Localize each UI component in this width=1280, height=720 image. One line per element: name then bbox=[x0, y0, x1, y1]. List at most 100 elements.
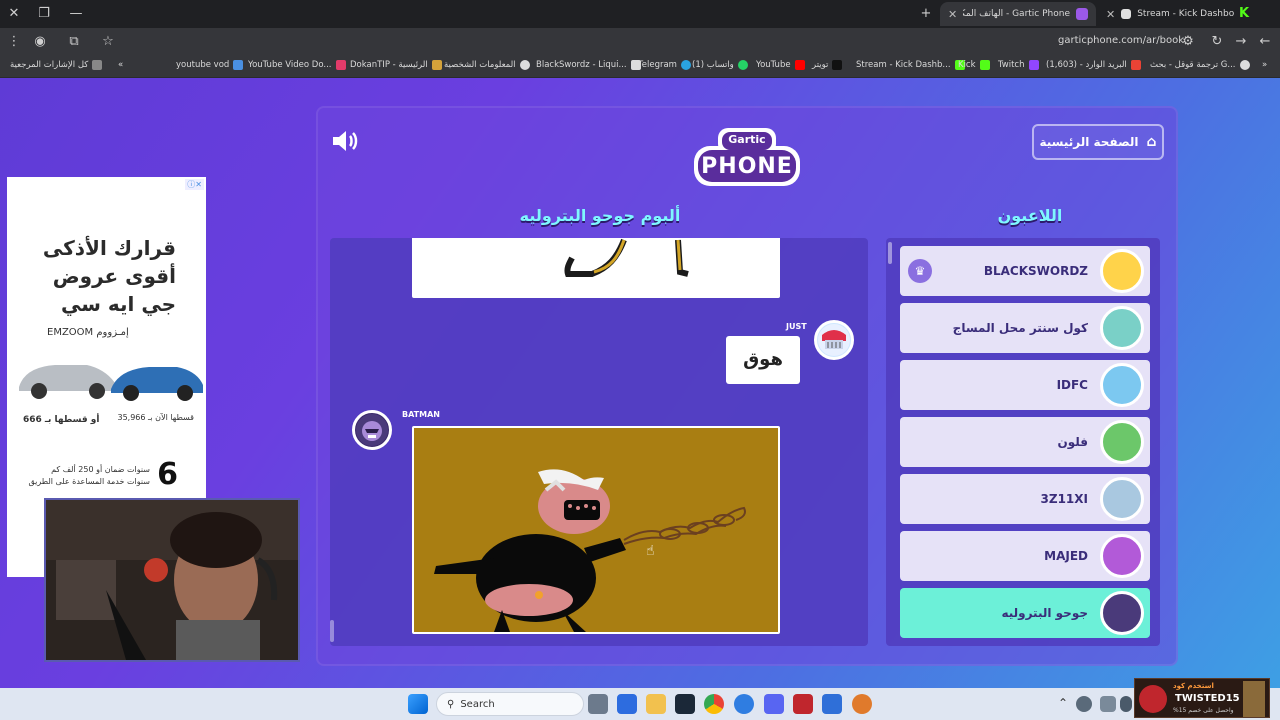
app-icon[interactable] bbox=[822, 694, 842, 714]
bookmark-kick-dashboard[interactable]: Stream - Kick Dashb... bbox=[856, 60, 965, 70]
chevron-left-icon[interactable]: « bbox=[118, 60, 123, 70]
search-icon: ⚲ bbox=[447, 698, 455, 710]
tray-icon[interactable] bbox=[1076, 696, 1092, 712]
bookmark-personal-info[interactable]: المعلومات الشخصية bbox=[444, 60, 530, 70]
app-icon[interactable] bbox=[852, 694, 872, 714]
promo-code: TWISTED15 bbox=[1175, 693, 1240, 704]
search-label: Search bbox=[460, 698, 495, 710]
gartic-phone-logo: Gartic PHONE bbox=[688, 124, 806, 196]
forward-icon[interactable]: → bbox=[1231, 32, 1251, 52]
just-avatar bbox=[814, 320, 854, 360]
player-row[interactable]: MAJED bbox=[900, 531, 1150, 581]
bookmark-youtube-downloader[interactable]: YouTube Video Do... bbox=[248, 60, 346, 70]
store-icon[interactable] bbox=[617, 694, 637, 714]
ad-headline-1: قرارك الأذكى bbox=[42, 236, 176, 260]
bookmark-youtube[interactable]: YouTube bbox=[756, 60, 805, 70]
profile-avatar-icon[interactable]: ◉ bbox=[30, 32, 50, 52]
player-avatar bbox=[1100, 249, 1144, 293]
globe-icon bbox=[519, 60, 530, 70]
bookmark-google-translate[interactable]: ترجمة قوقل - بحث G... bbox=[1150, 60, 1250, 70]
tray-chevron-icon[interactable]: ⌃ bbox=[1058, 696, 1068, 710]
ad-warranty-1: سنوات ضمان أو 250 ألف كم bbox=[51, 465, 150, 474]
promo-logo bbox=[1139, 685, 1167, 713]
drawing-canvas bbox=[412, 426, 780, 634]
player-avatar bbox=[1100, 420, 1144, 464]
players-list[interactable]: ♛ BLACKSWORDZ كول سنتر محل المساج IDFC ف… bbox=[886, 238, 1160, 646]
album-feed[interactable]: JUST هوق BATMAN ☝ bbox=[330, 238, 868, 646]
player-row[interactable]: ♛ BLACKSWORDZ bbox=[900, 246, 1150, 296]
taskbar-search[interactable]: ⚲ Search bbox=[436, 692, 584, 716]
back-icon[interactable]: ← bbox=[1255, 32, 1275, 52]
site-settings-icon[interactable]: ⚙ bbox=[1178, 32, 1198, 52]
bookmark-blackswordz[interactable]: BlackSwordz - Liqui... bbox=[536, 60, 641, 70]
promo-line-1: استخدم كود bbox=[1173, 682, 1214, 690]
player-avatar bbox=[1100, 477, 1144, 521]
address-bar: ⋮ ◉ ⧉ ☆ garticphone.com/ar/book ⚙ ↻ → ← bbox=[0, 28, 1280, 56]
edge-icon[interactable] bbox=[734, 694, 754, 714]
tab-kick-dashboard[interactable]: ✕ Stream - Kick Dashboard bbox=[1098, 2, 1234, 26]
gmail-icon bbox=[1130, 60, 1141, 70]
minimize-window-icon[interactable]: — bbox=[66, 4, 86, 24]
bookmark-dokantip[interactable]: DokanTIP - الرئيسية bbox=[350, 60, 442, 70]
x-icon bbox=[832, 60, 843, 70]
discord-icon[interactable] bbox=[764, 694, 784, 714]
tab-gartic-phone[interactable]: ✕ Gartic Phone - الهاتف المكسور bbox=[940, 2, 1096, 26]
bookmark-twitter[interactable]: تويتر bbox=[812, 60, 843, 70]
player-name: كول سنتر محل المساج bbox=[952, 321, 1088, 335]
microphone-icon[interactable] bbox=[1120, 696, 1132, 712]
player-row[interactable]: IDFC bbox=[900, 360, 1150, 410]
close-window-icon[interactable]: ✕ bbox=[4, 4, 24, 24]
windows-taskbar: ⚲ Search ⌃ bbox=[0, 688, 1280, 720]
sound-icon[interactable] bbox=[330, 126, 360, 156]
ad-info-icon[interactable]: ⓘ✕ bbox=[185, 179, 204, 190]
bookmark-whatsapp[interactable]: واتساب (1) bbox=[692, 60, 748, 70]
close-tab-icon[interactable]: ✕ bbox=[948, 8, 957, 21]
bookmark-youtube-vod[interactable]: youtube vod bbox=[176, 60, 244, 70]
promo-line-3: واحصل على خصم 15% bbox=[1173, 707, 1234, 714]
bookmark-star-icon[interactable]: ☆ bbox=[98, 32, 118, 52]
players-scrollbar[interactable] bbox=[888, 242, 892, 264]
home-button[interactable]: ⌂ الصفحة الرئيسية bbox=[1032, 124, 1164, 160]
google-icon bbox=[1239, 60, 1250, 70]
entry-author-batman: BATMAN bbox=[402, 410, 440, 419]
tab-label: Gartic Phone - الهاتف المكسور bbox=[963, 9, 1070, 19]
bookmark-twitch[interactable]: Twitch bbox=[998, 60, 1039, 70]
reload-icon[interactable]: ↻ bbox=[1207, 32, 1227, 52]
tray-icon[interactable] bbox=[1100, 696, 1116, 712]
close-tab-icon[interactable]: ✕ bbox=[1106, 8, 1115, 21]
file-explorer-icon[interactable] bbox=[646, 694, 666, 714]
url-text[interactable]: garticphone.com/ar/book bbox=[1058, 35, 1184, 46]
app-icon[interactable] bbox=[793, 694, 813, 714]
bookmark-telegram[interactable]: Telegram bbox=[638, 60, 691, 70]
restore-window-icon[interactable]: ❐ bbox=[34, 4, 54, 24]
album-scrollbar[interactable] bbox=[330, 620, 334, 642]
webcam-overlay bbox=[44, 498, 300, 662]
bookmark-inbox[interactable]: البريد الوارد - (1,603) bbox=[1046, 60, 1141, 70]
chevron-right-icon[interactable]: » bbox=[1262, 60, 1267, 70]
ad-brand: EMZOOM إمـزووم bbox=[47, 327, 129, 338]
player-avatar bbox=[1100, 363, 1144, 407]
bookmark-all[interactable]: كل الإشارات المرجعية bbox=[10, 60, 103, 70]
tab-bar: ✕ ❐ — + ✕ Gartic Phone - الهاتف المكسور … bbox=[0, 0, 1280, 28]
bookmark-kick[interactable]: Kick bbox=[958, 60, 990, 70]
player-row[interactable]: فلون bbox=[900, 417, 1150, 467]
player-row-self[interactable]: جوحو البتروليه bbox=[900, 588, 1150, 638]
twitch-icon bbox=[1028, 60, 1039, 70]
ad-price-2: أو قسطها بـ 666 bbox=[23, 415, 100, 425]
windows-start-icon[interactable] bbox=[408, 694, 428, 714]
settings-icon[interactable] bbox=[588, 694, 608, 714]
player-row[interactable]: كول سنتر محل المساج bbox=[900, 303, 1150, 353]
batman-avatar bbox=[352, 410, 392, 450]
ad-headline-2: أقوى عروض bbox=[52, 264, 176, 288]
folder-icon bbox=[92, 60, 103, 70]
chrome-icon[interactable] bbox=[704, 694, 724, 714]
player-row[interactable]: 3Z11XI bbox=[900, 474, 1150, 524]
players-title: اللاعبون bbox=[997, 206, 1063, 225]
new-tab-icon[interactable]: + bbox=[916, 4, 936, 24]
extensions-icon[interactable]: ⧉ bbox=[64, 32, 84, 52]
bookmark-favicon bbox=[431, 60, 442, 70]
menu-dots-icon[interactable]: ⋮ bbox=[4, 32, 24, 52]
kick-extension-icon[interactable]: K bbox=[1234, 4, 1254, 24]
tab-label: Stream - Kick Dashboard bbox=[1137, 9, 1234, 19]
steam-icon[interactable] bbox=[675, 694, 695, 714]
